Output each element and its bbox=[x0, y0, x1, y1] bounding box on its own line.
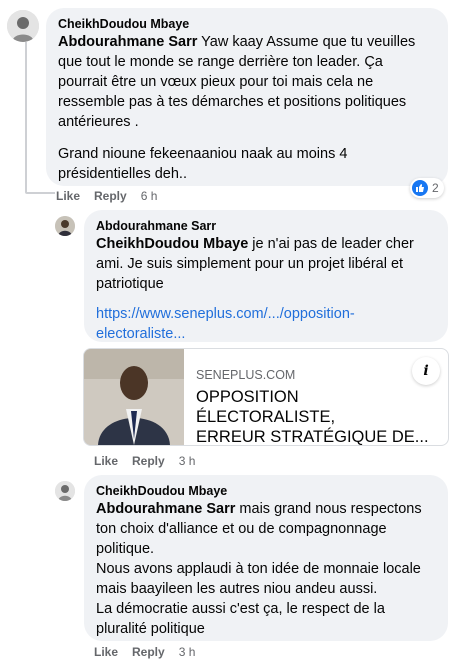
comment-bubble: CheikhDoudou Mbaye Abdourahmane Sarr mai… bbox=[84, 475, 448, 641]
comment-text: ami. Je suis simplement pour un projet l… bbox=[96, 256, 404, 272]
comment-text: ton choix d'alliance et ou de compagnonn… bbox=[96, 521, 387, 537]
reply-button[interactable]: Reply bbox=[94, 189, 127, 203]
avatar[interactable] bbox=[55, 216, 75, 236]
comment-actions: Like Reply 6 h bbox=[56, 189, 157, 203]
comment-text: Nous avons applaudi à ton idée de monnai… bbox=[96, 561, 421, 577]
reply-button[interactable]: Reply bbox=[132, 454, 165, 468]
article-link[interactable]: https://www.seneplus.com/.../opposition- bbox=[96, 306, 355, 322]
comment-author[interactable]: CheikhDoudou Mbaye bbox=[96, 483, 436, 499]
comment-text: présidentielles deh.. bbox=[58, 166, 187, 182]
comment-text: Grand nioune fekeenaaniou naak au moins … bbox=[58, 146, 348, 162]
comment-text: ressemble pas à tes démarches et positio… bbox=[58, 94, 407, 110]
comment-bubble: Abdourahmane Sarr CheikhDoudou Mbaye je … bbox=[84, 210, 448, 342]
preview-image bbox=[84, 349, 184, 445]
comment-text: patriotique bbox=[96, 276, 164, 292]
reaction-summary[interactable]: 2 bbox=[410, 178, 444, 198]
comment-text: La démocratie aussi c'est ça, le respect… bbox=[96, 601, 385, 617]
like-button[interactable]: Like bbox=[56, 189, 80, 203]
thread-line bbox=[25, 42, 27, 192]
comment-text: mais baayileen les autres niou andeu aus… bbox=[96, 581, 378, 597]
comment-text: politique. bbox=[96, 541, 155, 557]
reaction-count: 2 bbox=[432, 181, 439, 195]
link-preview-card[interactable]: SENEPLUS.COM OPPOSITION ÉLECTORALISTE, E… bbox=[83, 348, 449, 446]
card-title: ERREUR STRATÉGIQUE DE... bbox=[196, 428, 429, 446]
avatar[interactable] bbox=[55, 481, 75, 501]
comment-author[interactable]: CheikhDoudou Mbaye bbox=[58, 16, 436, 32]
reply-button[interactable]: Reply bbox=[132, 645, 165, 659]
info-icon[interactable]: i bbox=[412, 357, 440, 385]
like-button[interactable]: Like bbox=[94, 454, 118, 468]
comment-author[interactable]: Abdourahmane Sarr bbox=[96, 218, 436, 234]
article-link[interactable]: electoraliste... bbox=[96, 326, 185, 342]
comment-text: pourrait être un vœux pieux pour toi mai… bbox=[58, 74, 374, 90]
comment-text: antérieures . bbox=[58, 114, 139, 130]
avatar[interactable] bbox=[7, 10, 39, 42]
thumbs-up-icon bbox=[412, 180, 428, 196]
thread-line bbox=[25, 192, 55, 194]
comment-actions: Like Reply 3 h bbox=[94, 645, 195, 659]
comment-actions: Like Reply 3 h bbox=[94, 454, 195, 468]
comment-bubble: CheikhDoudou Mbaye Abdourahmane Sarr Yaw… bbox=[46, 8, 448, 186]
mention-link[interactable]: Abdourahmane Sarr bbox=[96, 501, 235, 517]
comment-text: que tout le monde se range derrière ton … bbox=[58, 54, 383, 70]
mention-link[interactable]: Abdourahmane Sarr bbox=[58, 34, 197, 50]
timestamp[interactable]: 6 h bbox=[141, 189, 158, 203]
like-button[interactable]: Like bbox=[94, 645, 118, 659]
comment-text: je n'ai pas de leader cher bbox=[248, 236, 414, 252]
comment-text: Yaw kaay Assume que tu veuilles bbox=[197, 34, 416, 50]
timestamp[interactable]: 3 h bbox=[179, 454, 196, 468]
comment-text: pluralité politique bbox=[96, 621, 205, 637]
mention-link[interactable]: CheikhDoudou Mbaye bbox=[96, 236, 248, 252]
timestamp[interactable]: 3 h bbox=[179, 645, 196, 659]
comment-text: mais grand nous respectons bbox=[235, 501, 422, 517]
card-title: OPPOSITION ÉLECTORALISTE, bbox=[196, 388, 336, 426]
card-domain: SENEPLUS.COM bbox=[196, 368, 296, 382]
